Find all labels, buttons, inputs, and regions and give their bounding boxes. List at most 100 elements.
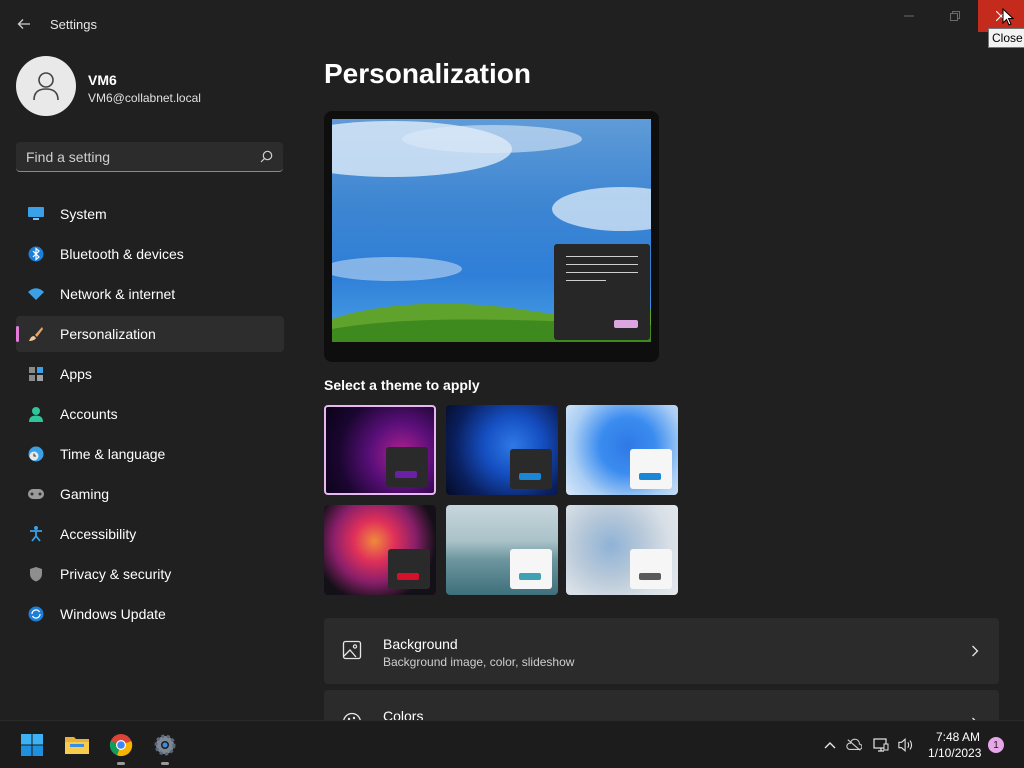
sidebar-item-gaming[interactable]: Gaming — [16, 476, 284, 512]
theme-mini-window — [510, 449, 552, 489]
theme-accent-swatch — [639, 473, 661, 480]
preview-window — [554, 244, 650, 340]
sidebar-item-label: Gaming — [60, 486, 110, 502]
bluetooth-icon — [27, 245, 45, 263]
sidebar-nav: System Bluetooth & devices Network & int… — [16, 196, 284, 636]
accessibility-icon — [27, 525, 45, 543]
sidebar-item-windows-update[interactable]: Windows Update — [16, 596, 284, 632]
theme-tile-windows-light-bloom[interactable] — [566, 405, 678, 495]
sidebar-item-label: Apps — [60, 366, 92, 382]
chevron-up-icon — [824, 742, 836, 749]
sidebar-item-accounts[interactable]: Accounts — [16, 396, 284, 432]
theme-tile-captured-motion[interactable] — [446, 505, 558, 595]
wifi-icon — [27, 285, 45, 303]
theme-accent-swatch — [519, 573, 541, 580]
sidebar-item-label: Accessibility — [60, 526, 137, 542]
sidebar-item-label: Time & language — [60, 446, 166, 462]
theme-preview — [324, 111, 659, 362]
preview-accent-button — [614, 320, 638, 328]
running-indicator — [117, 762, 125, 765]
palette-icon — [342, 712, 362, 720]
close-tooltip: Close — [988, 28, 1024, 48]
file-explorer-button[interactable] — [63, 731, 91, 759]
background-card[interactable]: Background Background image, color, slid… — [324, 618, 999, 684]
card-title: Colors — [383, 708, 424, 720]
theme-section-label: Select a theme to apply — [324, 377, 480, 393]
sidebar-item-bluetooth[interactable]: Bluetooth & devices — [16, 236, 284, 272]
minimize-button[interactable] — [886, 0, 932, 32]
brush-icon — [27, 325, 45, 343]
sidebar-item-label: Privacy & security — [60, 566, 172, 582]
card-subtitle: Background image, color, slideshow — [383, 655, 575, 669]
chrome-button[interactable] — [107, 731, 135, 765]
sidebar-item-accessibility[interactable]: Accessibility — [16, 516, 284, 552]
gear-icon — [154, 734, 176, 756]
user-name: VM6 — [88, 72, 117, 88]
restore-icon — [950, 11, 960, 21]
show-hidden-icons-button[interactable] — [822, 737, 838, 753]
sidebar-item-personalization[interactable]: Personalization — [16, 316, 284, 352]
theme-tile-windows-dark-bloom[interactable] — [446, 405, 558, 495]
update-icon — [27, 605, 45, 623]
card-title: Background — [383, 636, 458, 652]
chrome-icon — [109, 734, 133, 757]
colors-card[interactable]: Colors — [324, 690, 999, 720]
clock-date[interactable]: 1/10/2023 — [928, 746, 981, 760]
theme-mini-window — [386, 447, 428, 487]
user-email: VM6@collabnet.local — [88, 91, 201, 105]
minimize-icon — [904, 15, 914, 17]
sidebar-item-network[interactable]: Network & internet — [16, 276, 284, 312]
theme-accent-swatch — [395, 471, 417, 478]
settings-app-button[interactable] — [151, 731, 179, 765]
theme-tile-glow[interactable] — [324, 505, 436, 595]
network-icon[interactable] — [873, 737, 889, 753]
settings-window: Settings VM6 VM6@collabnet.local Find a … — [0, 0, 1024, 720]
monitor-icon — [27, 205, 45, 223]
volume-icon[interactable] — [898, 737, 914, 753]
avatar[interactable] — [16, 56, 76, 116]
clock-time[interactable]: 7:48 AM — [936, 730, 980, 744]
theme-accent-swatch — [639, 573, 661, 580]
app-title: Settings — [50, 17, 97, 32]
theme-tile-windows-dark-glow[interactable] — [324, 405, 436, 495]
running-indicator — [161, 762, 169, 765]
onedrive-icon[interactable] — [846, 737, 862, 753]
sidebar-item-label: Personalization — [60, 326, 156, 342]
theme-mini-window — [630, 449, 672, 489]
sidebar-item-privacy-security[interactable]: Privacy & security — [16, 556, 284, 592]
page-title: Personalization — [324, 58, 531, 89]
start-button[interactable] — [18, 731, 46, 759]
sidebar-item-label: System — [60, 206, 107, 222]
theme-mini-window — [510, 549, 552, 589]
shield-icon — [27, 565, 45, 583]
sidebar-item-label: Windows Update — [60, 606, 166, 622]
clock-globe-icon — [27, 445, 45, 463]
title-bar: Settings — [0, 0, 1024, 48]
chevron-right-icon — [971, 644, 979, 662]
restore-button[interactable] — [932, 0, 978, 32]
windows-logo-icon — [21, 734, 43, 756]
notification-badge[interactable]: 1 — [988, 737, 1004, 753]
sidebar-item-time-language[interactable]: Time & language — [16, 436, 284, 472]
sidebar-item-apps[interactable]: Apps — [16, 356, 284, 392]
theme-tile-flow[interactable] — [566, 505, 678, 595]
preview-wallpaper — [332, 119, 651, 342]
theme-mini-window — [388, 549, 430, 589]
apps-icon — [27, 365, 45, 383]
sidebar-item-system[interactable]: System — [16, 196, 284, 232]
image-icon — [342, 640, 362, 665]
person-outline-icon — [33, 72, 59, 101]
sidebar-item-label: Accounts — [60, 406, 118, 422]
search-icon[interactable] — [260, 150, 273, 168]
sidebar-item-label: Network & internet — [60, 286, 176, 302]
search-box[interactable] — [16, 142, 283, 172]
back-button[interactable] — [12, 12, 36, 36]
theme-accent-swatch — [397, 573, 419, 580]
theme-accent-swatch — [519, 473, 541, 480]
sidebar-item-label: Bluetooth & devices — [60, 246, 184, 262]
person-icon — [27, 405, 45, 423]
theme-mini-window — [630, 549, 672, 589]
search-input[interactable] — [26, 148, 246, 166]
gamepad-icon — [27, 485, 45, 503]
taskbar: 7:48 AM 1/10/2023 1 — [0, 720, 1024, 768]
